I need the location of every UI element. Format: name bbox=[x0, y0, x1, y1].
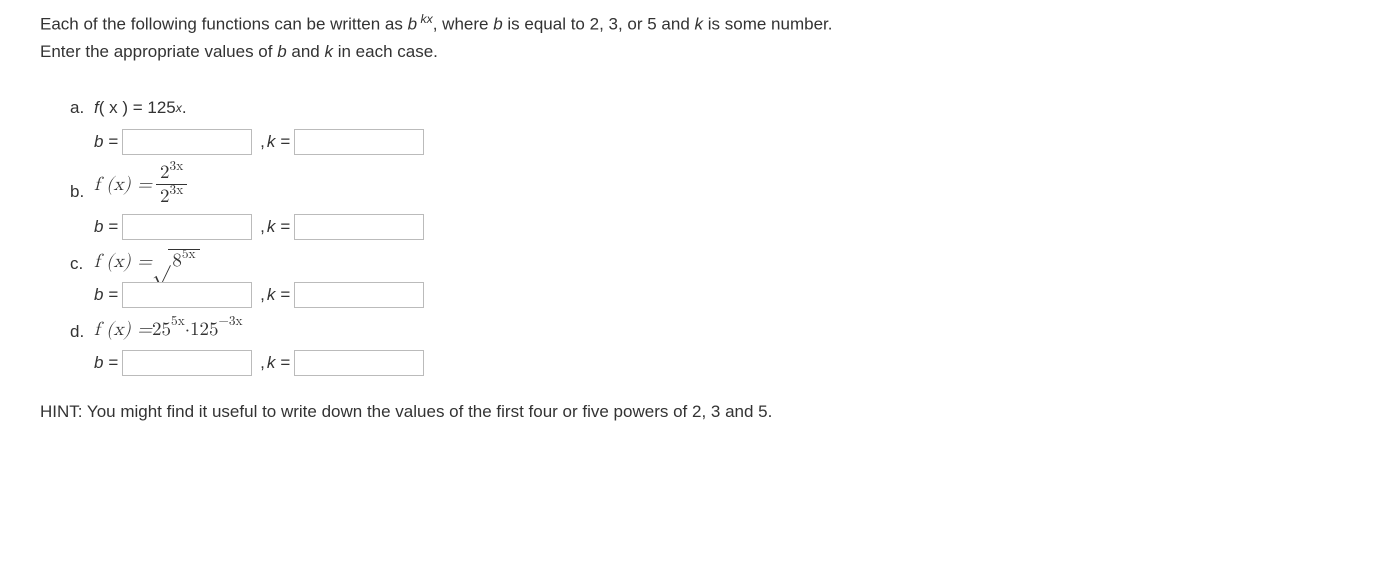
fx-label: f (x) = bbox=[94, 318, 152, 341]
var-b: b bbox=[277, 42, 286, 61]
intro-text: , where bbox=[433, 15, 493, 34]
problem-list: a. f( x ) = 125x. b = , k = b. f (x) = 2… bbox=[70, 93, 1350, 378]
den-exp: 3x bbox=[170, 183, 184, 197]
term2-exp: −3x bbox=[219, 313, 243, 330]
b-k-input[interactable] bbox=[294, 214, 424, 240]
fx-label: f (x) = bbox=[94, 173, 152, 196]
item-a-inputs: b = , k = bbox=[70, 127, 1350, 157]
num-exp: 3x bbox=[170, 159, 184, 173]
item-a-function: a. f( x ) = 125x. bbox=[70, 93, 1350, 123]
item-c-function: c. f (x) = √ 85x bbox=[70, 246, 1350, 276]
item-letter: b. bbox=[70, 182, 94, 202]
k-label: k = bbox=[267, 217, 290, 237]
var-b: b bbox=[493, 15, 502, 34]
intro-text: is some number. bbox=[703, 15, 832, 34]
intro-text: and bbox=[287, 42, 325, 61]
intro-text: in each case. bbox=[333, 42, 438, 61]
d-k-input[interactable] bbox=[294, 350, 424, 376]
item-letter: d. bbox=[70, 322, 94, 342]
c-k-input[interactable] bbox=[294, 282, 424, 308]
b-label: b = bbox=[94, 285, 118, 305]
b-b-input[interactable] bbox=[122, 214, 252, 240]
b-label: b = bbox=[94, 353, 118, 373]
a-b-input[interactable] bbox=[122, 129, 252, 155]
item-d-inputs: b = , k = bbox=[70, 348, 1350, 378]
exp-kx: kx bbox=[417, 12, 433, 26]
d-b-input[interactable] bbox=[122, 350, 252, 376]
fraction: 23x 23x bbox=[156, 161, 187, 208]
k-label: k = bbox=[267, 285, 290, 305]
comma: , bbox=[260, 353, 265, 373]
item-d-function: d. f (x) = 255x · 125−3x bbox=[70, 314, 1350, 344]
sqrt-exp: 5x bbox=[182, 247, 196, 261]
square-root: √ 85x bbox=[152, 249, 200, 273]
den-base: 2 bbox=[160, 187, 170, 206]
fn-body: ( x ) = 125 bbox=[99, 98, 176, 118]
fn-end: . bbox=[182, 98, 187, 118]
num-base: 2 bbox=[160, 163, 170, 182]
comma: , bbox=[260, 285, 265, 305]
a-k-input[interactable] bbox=[294, 129, 424, 155]
b-label: b = bbox=[94, 132, 118, 152]
fx-label: f (x) = bbox=[94, 250, 152, 273]
item-b-inputs: b = , k = bbox=[70, 212, 1350, 242]
sqrt-base: 8 bbox=[172, 251, 182, 270]
item-letter: c. bbox=[70, 254, 94, 274]
var-k: k bbox=[324, 42, 333, 61]
var-k: k bbox=[695, 15, 704, 34]
b-label: b = bbox=[94, 217, 118, 237]
instructions: Each of the following functions can be w… bbox=[40, 10, 1350, 65]
k-label: k = bbox=[267, 353, 290, 373]
comma: , bbox=[260, 217, 265, 237]
comma: , bbox=[260, 132, 265, 152]
c-b-input[interactable] bbox=[122, 282, 252, 308]
intro-text: is equal to 2, 3, or 5 and bbox=[503, 15, 695, 34]
term2-base: 125 bbox=[190, 318, 219, 341]
k-label: k = bbox=[267, 132, 290, 152]
var-b: b bbox=[408, 15, 417, 34]
item-letter: a. bbox=[70, 98, 94, 118]
item-c-inputs: b = , k = bbox=[70, 280, 1350, 310]
hint-text: HINT: You might find it useful to write … bbox=[40, 402, 1350, 422]
term1-exp: 5x bbox=[171, 313, 185, 330]
intro-text: Enter the appropriate values of bbox=[40, 42, 277, 61]
term1-base: 25 bbox=[152, 318, 171, 341]
intro-text: Each of the following functions can be w… bbox=[40, 15, 408, 34]
item-b-function: b. f (x) = 23x 23x bbox=[70, 161, 1350, 208]
